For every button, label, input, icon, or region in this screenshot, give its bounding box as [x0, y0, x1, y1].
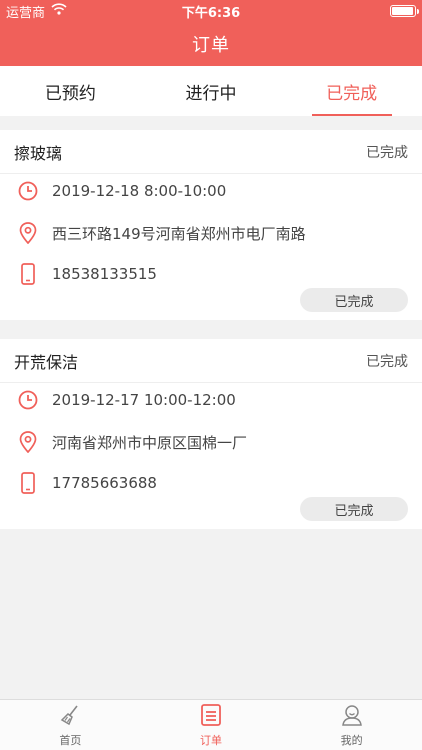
tabbar-home-label: 首页: [59, 733, 82, 747]
location-pin-icon: [18, 222, 38, 244]
order-time: 2019-12-17 10:00-12:00: [52, 391, 236, 409]
completed-button[interactable]: 已完成: [300, 288, 408, 312]
clock-icon: [18, 180, 38, 202]
tabbar-profile-label: 我的: [340, 733, 363, 747]
status-time: 下午6:36: [181, 5, 241, 21]
order-phone-row: 18538133515: [18, 263, 157, 285]
bottom-tab-bar: 首页 订单 我的: [0, 699, 422, 750]
order-title: 开荒保洁: [14, 352, 79, 372]
phone-icon: [18, 472, 38, 494]
order-title: 擦玻璃: [14, 143, 63, 163]
order-time: 2019-12-18 8:00-10:00: [52, 182, 227, 200]
order-time-row: 2019-12-18 8:00-10:00: [18, 180, 226, 202]
status-bar: 运营商 下午6:36: [0, 0, 422, 22]
order-phone-row: 17785663688: [18, 472, 157, 494]
order-card[interactable]: 开荒保洁 已完成 2019-12-17 10:00-12:00 河南省郑州市中原…: [0, 339, 422, 529]
order-status: 已完成: [366, 353, 408, 370]
page-title: 订单: [192, 35, 230, 56]
clock-icon: [18, 389, 38, 411]
carrier-label: 运营商: [6, 5, 46, 21]
tabbar-orders-label: 订单: [200, 733, 222, 747]
order-address: 河南省郑州市中原区国棉一厂: [52, 433, 248, 452]
order-phone[interactable]: 17785663688: [52, 474, 157, 492]
completed-button[interactable]: 已完成: [300, 497, 408, 521]
battery-icon: [390, 5, 419, 17]
order-list-icon: [199, 703, 223, 730]
tab-booked[interactable]: 已预约: [0, 66, 141, 116]
tabbar-profile[interactable]: 我的: [281, 700, 422, 750]
order-address: 西三环路149号河南省郑州市电厂南路: [52, 224, 306, 243]
location-pin-icon: [18, 431, 38, 453]
wifi-icon: [51, 3, 67, 19]
order-status: 已完成: [366, 144, 408, 161]
order-address-row: 西三环路149号河南省郑州市电厂南路: [18, 222, 306, 244]
order-card[interactable]: 擦玻璃 已完成 2019-12-18 8:00-10:00 西三环路149号河南…: [0, 130, 422, 320]
order-time-row: 2019-12-17 10:00-12:00: [18, 389, 236, 411]
tab-completed[interactable]: 已完成: [281, 66, 422, 116]
profile-icon: [340, 703, 364, 730]
tabbar-home[interactable]: 首页: [0, 700, 141, 750]
order-tabs: 已预约 进行中 已完成: [0, 66, 422, 116]
tab-in-progress[interactable]: 进行中: [141, 66, 282, 116]
phone-icon: [18, 263, 38, 285]
tabbar-orders[interactable]: 订单: [141, 700, 282, 750]
broom-icon: [58, 703, 82, 730]
order-phone[interactable]: 18538133515: [52, 265, 157, 283]
order-address-row: 河南省郑州市中原区国棉一厂: [18, 431, 247, 453]
app-header: 运营商 下午6:36 订单: [0, 0, 422, 66]
